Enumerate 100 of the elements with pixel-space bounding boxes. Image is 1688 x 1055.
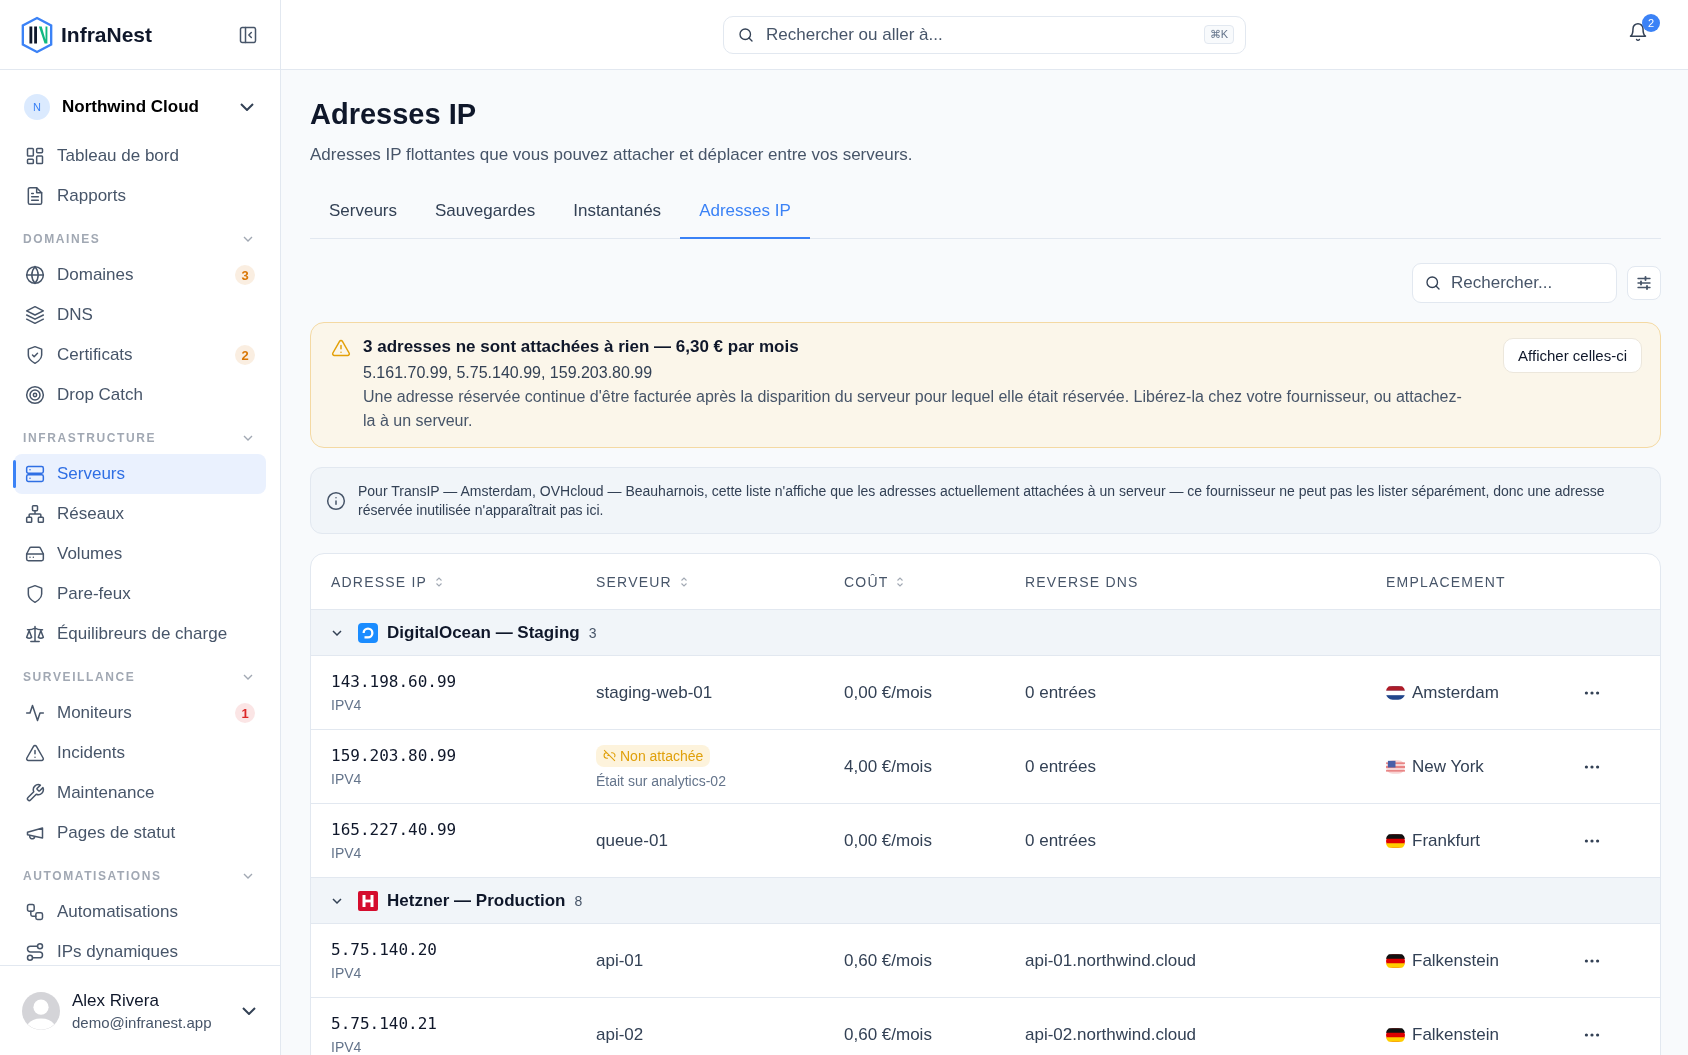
show-button[interactable]: Afficher celles-ci — [1503, 338, 1642, 373]
cost: 4,00 €/mois — [844, 756, 932, 777]
status-badge: Non attachée — [596, 744, 711, 767]
cost: 0,60 €/mois — [844, 1024, 932, 1045]
nav-item[interactable]: Réseaux — [14, 494, 266, 534]
more-icon — [1584, 838, 1600, 843]
section-heading: INFRASTRUCTURE — [23, 431, 157, 445]
flag-icon — [1386, 685, 1405, 700]
drive-icon — [25, 544, 45, 564]
location: New York — [1412, 756, 1484, 777]
info-text: Pour TransIP — Amsterdam, OVHcloud — Beauharnois, cette liste n'affiche que les adresses actuellement attachées à un serveur — ce fournisseur ne peut pas les lister séparément, donc une adresse réservée inutilisée n'apparaîtrait pas ici. — [358, 482, 1606, 520]
nav-item[interactable]: Pare-feux — [14, 574, 266, 614]
server-name: staging-web-01 — [596, 682, 713, 703]
cost: 0,00 €/mois — [844, 830, 932, 851]
column-header[interactable]: COÛT — [844, 573, 907, 590]
more-icon — [1584, 764, 1600, 769]
group-row[interactable]: Hetzner — Production 8 — [311, 878, 1660, 924]
group-count: 3 — [588, 624, 597, 641]
nav-item[interactable]: DNS — [14, 295, 266, 335]
count-badge: 2 — [235, 345, 255, 365]
tab[interactable]: Sauvegardes — [416, 186, 555, 239]
ip-address: 5.75.140.21 — [331, 1014, 437, 1033]
column-header: REVERSE DNS — [1025, 573, 1139, 590]
column-header: EMPLACEMENT — [1386, 573, 1506, 590]
chevron-icon — [240, 103, 254, 111]
route-icon — [25, 942, 45, 962]
group-name: Hetzner — Production — [387, 890, 566, 911]
document-icon — [25, 186, 45, 206]
warning-icon — [25, 743, 45, 763]
page-subtitle: Adresses IP flottantes que vous pouvez attacher et déplacer entre vos serveurs. — [310, 145, 914, 165]
cost: 0,60 €/mois — [844, 950, 932, 971]
workspace-selector[interactable]: N Northwind Cloud — [14, 84, 266, 130]
nav-item[interactable]: Domaines 3 — [14, 255, 266, 295]
group-count: 8 — [574, 892, 583, 909]
reverse-dns: 0 entrées — [1025, 756, 1096, 777]
reverse-dns: 0 entrées — [1025, 682, 1096, 703]
nav-item[interactable]: Serveurs — [14, 454, 266, 494]
count-badge: 1 — [235, 703, 255, 723]
dashboard-icon — [25, 146, 45, 166]
reverse-dns: api-02.northwind.cloud — [1025, 1024, 1197, 1045]
section-heading: DOMAINES — [23, 232, 101, 246]
tab[interactable]: Adresses IP — [680, 186, 810, 239]
search-field[interactable]: Rechercher... — [1412, 263, 1617, 303]
workflow-icon — [25, 902, 45, 922]
nav-item[interactable]: IPs dynamiques — [14, 932, 266, 965]
column-header[interactable]: ADRESSE IP — [331, 573, 446, 590]
ip-version: IPV4 — [331, 1039, 362, 1055]
info-icon — [326, 491, 346, 511]
notification-badge: 2 — [1642, 14, 1660, 32]
banner-text: Une adresse réservée continue d'être facturée après la disparition du serveur pour lequel elle était réservée. Libérez-la chez votre fournisseur, ou attachez-la à un serveur. — [363, 387, 1463, 431]
scale-icon — [25, 624, 45, 644]
target-icon — [25, 385, 45, 405]
nav-item[interactable]: Rapports — [14, 176, 266, 216]
logo-icon — [358, 622, 378, 643]
shield-check-icon — [25, 345, 45, 365]
nav-item[interactable]: Drop Catch — [14, 375, 266, 415]
location: Frankfurt — [1412, 830, 1481, 851]
location: Falkenstein — [1412, 950, 1499, 971]
more-icon — [1584, 690, 1600, 695]
logo-icon — [358, 890, 378, 911]
tab[interactable]: Serveurs — [310, 186, 417, 239]
server-name: queue-01 — [596, 830, 668, 851]
location: Amsterdam — [1412, 682, 1499, 703]
nav-item[interactable]: Incidents — [14, 733, 266, 773]
server-name: api-02 — [596, 1024, 644, 1045]
nav-item[interactable]: Pages de statut — [14, 813, 266, 853]
flag-icon — [1386, 953, 1405, 968]
notifications-button[interactable] — [1628, 22, 1648, 42]
group-name: DigitalOcean — Staging — [387, 622, 580, 643]
ip-address: 143.198.60.99 — [331, 672, 457, 691]
ip-address: 5.75.140.20 — [331, 940, 437, 959]
chevron-icon — [242, 1006, 256, 1015]
nav-item[interactable]: Certificats 2 — [14, 335, 266, 375]
warning-icon — [331, 338, 351, 358]
tab[interactable]: Instantanés — [554, 186, 681, 239]
count-badge: 3 — [235, 265, 255, 285]
nav-item[interactable]: Tableau de bord — [14, 136, 266, 176]
nav-item[interactable]: Volumes — [14, 534, 266, 574]
location: Falkenstein — [1412, 1024, 1499, 1045]
layers-icon — [25, 305, 45, 325]
cost: 0,00 €/mois — [844, 682, 932, 703]
previous-server: Était sur analytics-02 — [596, 772, 726, 789]
ip-version: IPV4 — [331, 845, 362, 861]
reverse-dns: 0 entrées — [1025, 830, 1096, 851]
group-row[interactable]: DigitalOcean — Staging 3 — [311, 610, 1660, 656]
ip-address: 159.203.80.99 — [331, 746, 457, 765]
server-name: api-01 — [596, 950, 644, 971]
sliders-icon — [1635, 274, 1653, 292]
nav-item[interactable]: Équilibreurs de charge — [14, 614, 266, 654]
nav-item[interactable]: Automatisations — [14, 892, 266, 932]
column-header[interactable]: SERVEUR — [596, 573, 690, 590]
nav-item[interactable]: Moniteurs 1 — [14, 693, 266, 733]
server-icon — [25, 464, 45, 484]
filter-button[interactable] — [1627, 266, 1661, 300]
more-icon — [1584, 1032, 1600, 1037]
address-list: 5.161.70.99, 5.75.140.99, 159.203.80.99 — [363, 364, 1492, 382]
logo-icon — [20, 15, 54, 54]
nav-item[interactable]: Maintenance — [14, 773, 266, 813]
section-heading: SURVEILLANCE — [23, 670, 136, 684]
shield-icon — [25, 584, 45, 604]
